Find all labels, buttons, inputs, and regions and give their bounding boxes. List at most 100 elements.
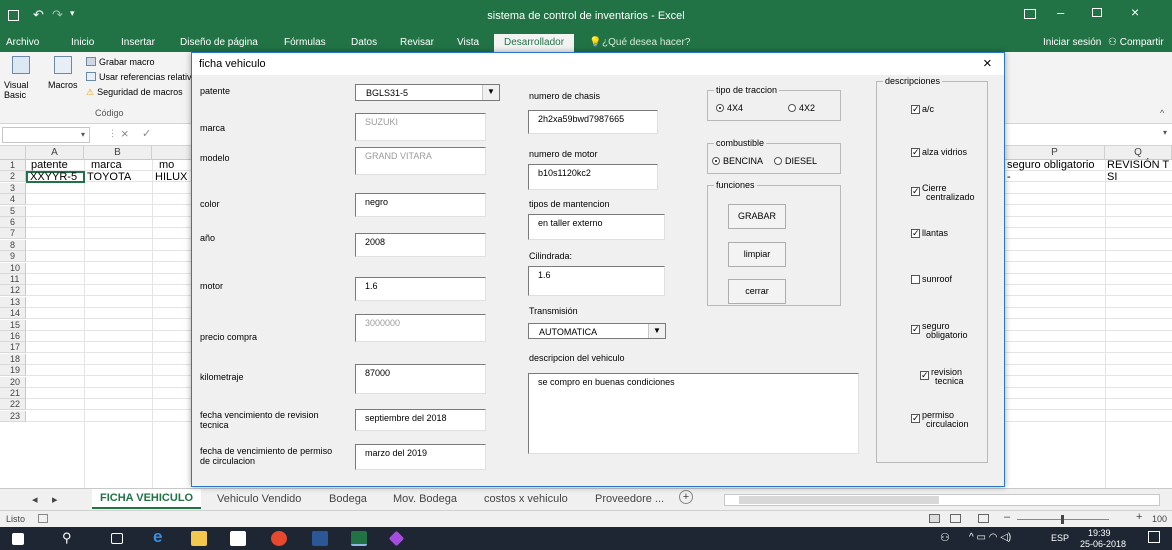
row-header[interactable]: 23 xyxy=(0,410,26,422)
close-window-icon[interactable]: × xyxy=(1131,4,1139,20)
clock-date[interactable]: 25-06-2018 xyxy=(1080,539,1126,549)
tab-prev-icon[interactable]: ◂ xyxy=(32,493,38,506)
menu-diseno[interactable]: Diseño de página xyxy=(180,37,258,48)
cell-p1[interactable]: seguro obligatorio xyxy=(1007,160,1094,171)
cell-c1[interactable]: mo xyxy=(159,160,174,171)
horizontal-scrollbar[interactable] xyxy=(724,494,1160,506)
tipos-mantencion-field[interactable]: en taller externo xyxy=(528,214,665,240)
cell-b2[interactable]: TOYOTA xyxy=(87,172,131,183)
color-field[interactable]: negro xyxy=(355,193,486,217)
chrome-icon[interactable] xyxy=(271,531,287,546)
row-header[interactable]: 1 xyxy=(0,160,26,171)
normal-view-icon[interactable] xyxy=(929,514,940,523)
tab-vehiculo-vendido[interactable]: Vehiculo Vendido xyxy=(217,493,301,505)
cancel-entry-icon[interactable]: × xyxy=(121,126,129,141)
radio-diesel[interactable]: DIESEL xyxy=(774,156,817,166)
tell-me-search[interactable]: ¿Qué desea hacer? xyxy=(602,37,690,48)
clock-time[interactable]: 19:39 xyxy=(1088,528,1111,538)
row-header[interactable]: 16 xyxy=(0,331,26,342)
file-explorer-icon[interactable] xyxy=(191,531,207,546)
tab-bodega[interactable]: Bodega xyxy=(329,493,367,505)
excel-icon[interactable] xyxy=(351,531,367,546)
scroll-thumb[interactable] xyxy=(739,496,939,504)
column-header-b[interactable]: B xyxy=(84,146,152,160)
menu-datos[interactable]: Datos xyxy=(351,37,377,48)
share-button[interactable]: ⚇ Compartir xyxy=(1108,37,1164,48)
relative-refs-button[interactable]: Usar referencias relativas xyxy=(86,72,191,82)
row-header[interactable]: 18 xyxy=(0,353,26,365)
word-icon[interactable] xyxy=(312,531,328,546)
radio-4x2[interactable]: 4X2 xyxy=(788,103,815,113)
row-header[interactable]: 6 xyxy=(0,217,26,228)
chevron-down-icon[interactable]: ▾ xyxy=(81,130,85,139)
task-view-icon[interactable] xyxy=(111,533,123,544)
dialog-close-icon[interactable]: × xyxy=(983,53,992,75)
cell-p2[interactable]: - xyxy=(1007,172,1011,183)
row-header[interactable]: 7 xyxy=(0,228,26,240)
patente-combo[interactable]: BGLS31-5 ▼ xyxy=(355,84,500,101)
zoom-level[interactable]: 100 xyxy=(1152,514,1167,524)
row-header[interactable]: 9 xyxy=(0,251,26,263)
ribbon-options-icon[interactable] xyxy=(1024,9,1036,19)
row-header[interactable]: 17 xyxy=(0,342,26,354)
cerrar-button[interactable]: cerrar xyxy=(728,279,786,304)
maximize-icon[interactable] xyxy=(1092,8,1102,17)
menu-archivo[interactable]: Archivo xyxy=(6,37,39,48)
grabar-button[interactable]: GRABAR xyxy=(728,204,786,229)
column-header-c[interactable] xyxy=(152,146,192,160)
menu-insertar[interactable]: Insertar xyxy=(121,37,155,48)
column-header-q[interactable]: Q xyxy=(1105,146,1172,160)
checkbox-box[interactable]: ✓ xyxy=(911,414,920,423)
record-macro-button[interactable]: Grabar macro xyxy=(86,57,155,67)
page-break-icon[interactable] xyxy=(978,514,989,523)
checkbox-box[interactable]: ✓ xyxy=(911,187,920,196)
cell-a2[interactable]: XXYYR-5 xyxy=(30,172,77,183)
zoom-out-icon[interactable]: – xyxy=(1004,511,1010,523)
search-icon[interactable]: ⚲ xyxy=(62,530,72,546)
tab-next-icon[interactable]: ▸ xyxy=(52,493,58,506)
fecha-revision-field[interactable]: septiembre del 2018 xyxy=(355,409,486,431)
radio-bencina[interactable]: BENCINA xyxy=(712,156,763,166)
menu-desarrollador[interactable]: Desarrollador xyxy=(494,34,575,52)
store-icon[interactable] xyxy=(230,531,246,546)
row-header[interactable]: 11 xyxy=(0,274,26,285)
add-sheet-icon[interactable]: + xyxy=(679,490,693,504)
limpiar-button[interactable]: limpiar xyxy=(728,242,786,267)
people-icon[interactable]: ⚇ xyxy=(940,531,950,544)
select-all-corner[interactable] xyxy=(0,146,26,160)
app-icon[interactable] xyxy=(388,530,405,547)
fecha-permiso-field[interactable]: marzo del 2019 xyxy=(355,444,486,470)
windows-start-icon[interactable] xyxy=(12,533,24,545)
zoom-thumb[interactable] xyxy=(1061,515,1064,524)
row-header[interactable]: 14 xyxy=(0,308,26,320)
minimize-icon[interactable]: – xyxy=(1057,5,1064,20)
notifications-icon[interactable] xyxy=(1148,531,1160,543)
column-header-a[interactable]: A xyxy=(26,146,84,160)
cell-b1[interactable]: marca xyxy=(91,160,122,171)
tray-icons[interactable]: ^ ▭ ◠ ◁) xyxy=(969,532,1011,543)
tab-mov-bodega[interactable]: Mov. Bodega xyxy=(393,493,457,505)
chevron-down-icon[interactable]: ▼ xyxy=(648,324,665,338)
row-header[interactable]: 3 xyxy=(0,182,26,194)
zoom-slider[interactable] xyxy=(1017,515,1109,524)
row-header[interactable]: 20 xyxy=(0,376,26,388)
row-header[interactable]: 13 xyxy=(0,296,26,308)
zoom-in-icon[interactable]: + xyxy=(1136,511,1142,523)
row-header[interactable]: 8 xyxy=(0,239,26,251)
checkbox-box[interactable]: ✓ xyxy=(911,105,920,114)
page-layout-icon[interactable] xyxy=(950,514,961,523)
menu-formulas[interactable]: Fórmulas xyxy=(284,37,326,48)
tab-costos[interactable]: costos x vehiculo xyxy=(484,493,568,505)
row-header[interactable]: 12 xyxy=(0,285,26,297)
row-header[interactable]: 5 xyxy=(0,205,26,217)
menu-revisar[interactable]: Revisar xyxy=(400,37,434,48)
row-header[interactable]: 21 xyxy=(0,388,26,399)
checkbox-box[interactable]: ✓ xyxy=(920,371,929,380)
signin-link[interactable]: Iniciar sesión xyxy=(1043,37,1101,48)
row-header[interactable]: 22 xyxy=(0,399,26,411)
visual-basic-button[interactable]: Visual Basic xyxy=(4,56,40,102)
tab-proveedores[interactable]: Proveedore ... xyxy=(595,493,664,505)
enter-entry-icon[interactable]: ✓ xyxy=(142,127,151,140)
numero-motor-field[interactable]: b10s1120kc2 xyxy=(528,164,658,190)
cell-q2[interactable]: SI xyxy=(1107,172,1117,183)
